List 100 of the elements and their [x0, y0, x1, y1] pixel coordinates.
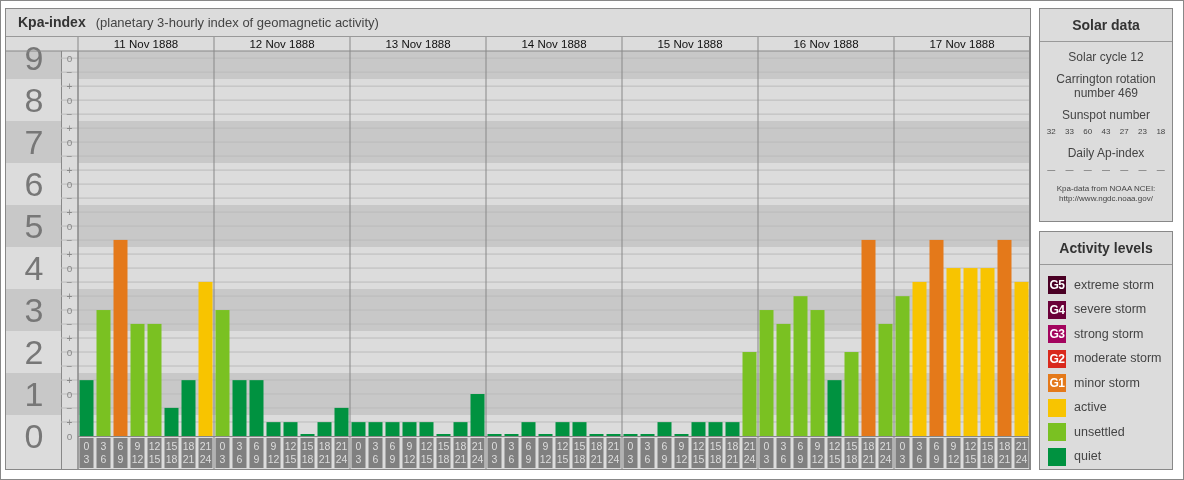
tick-mark-label: − — [66, 150, 73, 162]
time-slot-label: 3 6 — [912, 438, 927, 468]
y-axis-label: 5 — [24, 207, 44, 246]
x-tick-label: 3 6 — [916, 440, 923, 465]
ap-value: — — [1156, 164, 1165, 176]
time-slot-label: 3 6 — [776, 438, 791, 468]
time-slot-label: 15 18 — [980, 438, 995, 468]
bar — [708, 422, 723, 436]
tick-mark-label: + — [66, 290, 73, 302]
ap-value: — — [1102, 164, 1110, 176]
x-tick-label: 6 9 — [525, 440, 532, 465]
solar-cycle-text: Solar cycle 12 — [1067, 50, 1145, 64]
y-axis-label: 6 — [24, 165, 44, 204]
time-slot-label: 3 6 — [368, 438, 383, 468]
level-label: unsettled — [1074, 423, 1125, 441]
bar — [181, 380, 196, 436]
tick-mark-label: − — [66, 360, 73, 372]
tick-mark-label: o — [66, 262, 73, 274]
time-slot-label: 0 3 — [487, 438, 502, 468]
time-slot-label: 21 24 — [198, 438, 213, 468]
level-label: strong storm — [1074, 325, 1144, 343]
time-slot-label: 18 21 — [453, 438, 468, 468]
time-slot-label: 3 6 — [96, 438, 111, 468]
sunspot-value: 32 — [1046, 126, 1056, 138]
time-slot-label: 12 15 — [691, 438, 706, 468]
tick-mark-label: o — [66, 136, 73, 148]
sunspot-value: 23 — [1138, 126, 1147, 138]
bar — [368, 422, 383, 436]
x-tick-label: 3 6 — [100, 440, 107, 465]
time-slot-label: 6 9 — [793, 438, 808, 468]
bar — [283, 422, 298, 436]
time-slot-label: 15 18 — [164, 438, 179, 468]
time-slot-label: 18 21 — [725, 438, 740, 468]
time-slot-label: 0 3 — [759, 438, 774, 468]
time-slot-label: 9 12 — [674, 438, 689, 468]
ap-value: — — [1065, 164, 1074, 176]
sunspot-value: 18 — [1156, 126, 1166, 138]
time-slot-label: 18 21 — [181, 438, 196, 468]
bar — [232, 380, 247, 436]
time-slot-label: 15 18 — [300, 438, 315, 468]
y-axis-label: 2 — [24, 333, 44, 372]
x-tick-label: 0 3 — [83, 440, 90, 465]
bar — [351, 422, 366, 436]
bar — [691, 422, 706, 436]
tick-mark-label: + — [66, 80, 73, 92]
x-tick-label: 3 6 — [644, 440, 651, 465]
time-slot-label: 6 9 — [249, 438, 264, 468]
level-swatch: G2 — [1048, 349, 1066, 368]
tick-mark-label: − — [66, 192, 73, 204]
date-label: 15 Nov 1888 — [657, 38, 723, 50]
time-slot-label: 3 6 — [640, 438, 655, 468]
time-slot-label: 12 15 — [147, 438, 162, 468]
sunspot-value: 60 — [1083, 126, 1093, 138]
time-slot-label: 15 18 — [572, 438, 587, 468]
time-slot-label: 9 12 — [402, 438, 417, 468]
tick-mark-label: + — [66, 374, 73, 386]
time-slot-label: 6 9 — [385, 438, 400, 468]
x-tick-label: 0 3 — [763, 440, 770, 465]
sunspot-value: 33 — [1064, 126, 1074, 138]
tick-mark-label: − — [66, 402, 73, 414]
bar — [725, 422, 740, 436]
bar — [79, 380, 94, 436]
time-slot-label: 12 15 — [827, 438, 842, 468]
x-tick-label: 3 6 — [372, 440, 379, 465]
time-slot-label: 18 21 — [997, 438, 1012, 468]
source-text: Kpa-data from NOAA NCEI: — [1055, 184, 1157, 194]
time-slot-label: 0 3 — [79, 438, 94, 468]
date-label: 14 Nov 1888 — [521, 38, 587, 50]
tick-mark-label: o — [66, 52, 73, 64]
level-label: active — [1074, 399, 1107, 417]
level-label: moderate storm — [1074, 350, 1162, 368]
rotation-text: Carrington rotation number 469 — [1055, 72, 1157, 100]
time-slot-label: 15 18 — [708, 438, 723, 468]
time-slot-label: 9 12 — [266, 438, 281, 468]
date-label: 13 Nov 1888 — [385, 38, 451, 50]
y-axis-label: 3 — [24, 291, 44, 330]
x-tick-label: 6 9 — [389, 440, 396, 465]
y-axis-label: 0 — [24, 417, 44, 455]
time-slot-label: 12 15 — [419, 438, 434, 468]
x-tick-label: 6 9 — [797, 440, 804, 465]
bar — [521, 422, 536, 436]
tick-mark-label: − — [66, 108, 73, 120]
bar — [453, 422, 468, 436]
ap-value: — — [1120, 164, 1129, 176]
y-axis-label: 8 — [24, 81, 44, 120]
tick-mark-label: + — [66, 248, 73, 260]
tick-mark-label: o — [66, 220, 73, 232]
bar — [266, 422, 281, 436]
time-slot-label: 21 24 — [878, 438, 893, 468]
level-swatch: G5 — [1048, 276, 1066, 295]
time-slot-label: 6 9 — [521, 438, 536, 468]
y-axis-label: 7 — [24, 123, 44, 162]
bar — [334, 407, 349, 436]
bar — [317, 422, 332, 436]
bar — [249, 380, 264, 436]
time-slot-label: 12 15 — [283, 438, 298, 468]
time-slot-label: 21 24 — [334, 438, 349, 468]
x-tick-label: 3 6 — [236, 440, 243, 465]
tick-mark-label: o — [66, 178, 73, 190]
time-slot-label: 6 9 — [657, 438, 672, 468]
